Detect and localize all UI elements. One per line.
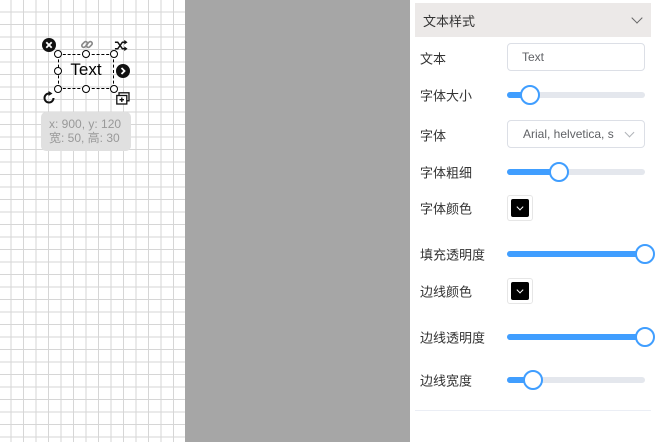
font-weight-slider[interactable]	[507, 162, 645, 182]
stroke-color-swatch	[511, 282, 529, 300]
text-label: 文本	[420, 52, 447, 68]
font-family-label: 字体	[420, 129, 447, 145]
stroke-color-label: 边线颜色	[420, 285, 473, 301]
text-style-section-header[interactable]: 文本样式	[415, 3, 651, 37]
font-weight-row: 字体粗细	[420, 157, 646, 187]
chevron-down-icon	[631, 12, 643, 24]
next-icon[interactable]	[116, 64, 130, 78]
coordinates-size: 宽: 50, 高: 30	[49, 131, 120, 145]
font-color-label: 字体颜色	[420, 202, 473, 218]
resize-handle-bottom[interactable]	[82, 85, 90, 93]
stroke-width-slider[interactable]	[507, 370, 645, 390]
delete-icon[interactable]	[42, 38, 56, 52]
section-divider	[415, 410, 651, 411]
fill-opacity-slider[interactable]	[507, 244, 655, 264]
font-size-row: 字体大小	[420, 80, 646, 110]
selected-shape-text[interactable]: Text	[58, 60, 114, 80]
slider-thumb[interactable]	[635, 244, 655, 264]
text-row: 文本	[420, 43, 646, 73]
style-panel: 文本样式 文本 字体大小 字体 Arial, helvetica, s 字体粗细…	[410, 0, 656, 442]
stroke-color-row: 边线颜色	[420, 278, 646, 308]
stroke-opacity-row: 边线透明度	[420, 322, 655, 352]
slider-thumb[interactable]	[520, 85, 541, 105]
font-family-row: 字体 Arial, helvetica, s	[420, 120, 646, 150]
stroke-opacity-label: 边线透明度	[420, 331, 486, 347]
duplicate-icon[interactable]	[116, 91, 130, 105]
text-input[interactable]	[507, 43, 645, 71]
font-color-swatch	[511, 199, 529, 217]
coordinates-position: x: 900, y: 120	[49, 117, 122, 131]
slider-thumb[interactable]	[523, 370, 544, 390]
coordinates-tooltip: x: 900, y: 120 宽: 50, 高: 30	[41, 112, 131, 151]
link-icon[interactable]	[80, 37, 94, 51]
slider-fill	[507, 334, 645, 340]
fill-opacity-label: 填充透明度	[420, 248, 486, 264]
fill-opacity-row: 填充透明度	[420, 239, 655, 269]
font-color-row: 字体颜色	[420, 195, 646, 225]
stroke-width-row: 边线宽度	[420, 365, 646, 395]
shuffle-icon[interactable]	[114, 38, 128, 52]
slider-thumb[interactable]	[549, 162, 570, 182]
slider-fill	[507, 251, 645, 257]
font-weight-label: 字体粗细	[420, 166, 473, 182]
chevron-down-icon	[624, 127, 635, 138]
font-family-value: Arial, helvetica, s	[523, 127, 614, 141]
font-color-picker[interactable]	[507, 195, 533, 221]
stroke-opacity-slider[interactable]	[507, 327, 655, 347]
slider-thumb[interactable]	[635, 327, 655, 347]
stroke-width-label: 边线宽度	[420, 374, 473, 390]
resize-handle-left[interactable]	[54, 67, 62, 75]
drawing-canvas[interactable]: Text x: 900, y: 120 宽: 50, 高: 30	[0, 0, 185, 442]
font-family-select[interactable]: Arial, helvetica, s	[507, 120, 645, 148]
font-size-label: 字体大小	[420, 89, 473, 105]
stroke-color-picker[interactable]	[507, 278, 533, 304]
font-size-slider[interactable]	[507, 85, 645, 105]
section-title: 文本样式	[423, 14, 476, 30]
canvas-gutter	[185, 0, 410, 442]
rotate-icon[interactable]	[42, 91, 56, 105]
